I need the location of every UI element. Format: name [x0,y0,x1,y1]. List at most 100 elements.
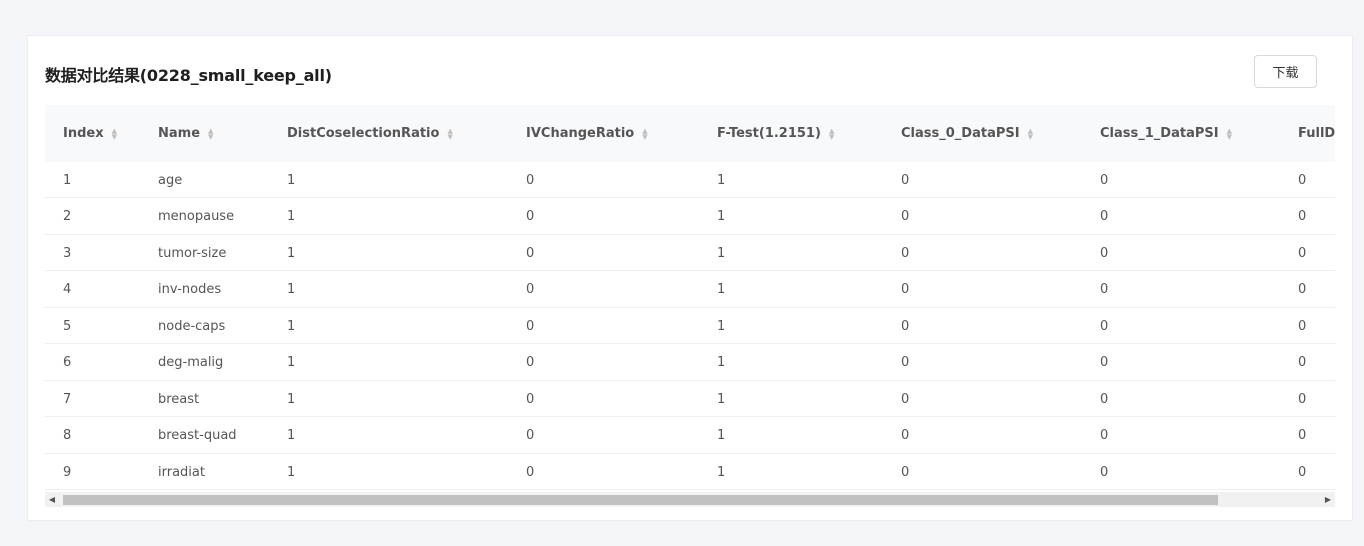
sort-icon[interactable]: ▲ ▼ [1028,127,1033,140]
cell-dist-coselection-ratio: 1 [287,428,296,443]
scroll-right-icon[interactable]: ▶ [1321,492,1335,507]
cell-f-test: 1 [717,428,726,443]
table-row: 5 node-caps 1 0 1 0 0 0 [45,308,1335,344]
cell-fulld: 0 [1298,355,1307,370]
cell-name: breast [158,391,200,407]
cell-class-1-datapsi: 0 [1100,318,1109,334]
cell-f-test: 1 [717,355,726,370]
cell-name: node-caps [158,318,226,334]
cell-dist-coselection-ratio: 1 [287,282,296,297]
cell-name: irradiat [158,464,205,480]
column-header-name[interactable]: Name ▲ ▼ [158,105,213,162]
horizontal-scrollbar[interactable]: ◀ ▶ [45,492,1335,507]
cell-iv-change-ratio: 0 [526,245,535,261]
cell-index: 8 [63,428,72,443]
cell-f-test: 1 [717,282,726,297]
cell-iv-change-ratio: 0 [526,282,535,297]
cell-iv-change-ratio: 0 [526,464,535,480]
cell-index: 1 [63,172,72,188]
sort-icon[interactable]: ▲ ▼ [642,127,647,140]
cell-name: deg-malig [158,355,224,370]
cell-class-0-datapsi: 0 [901,428,910,443]
cell-class-0-datapsi: 0 [901,391,910,407]
cell-iv-change-ratio: 0 [526,391,535,407]
data-table: Index ▲ ▼ Name ▲ ▼ DistCoselectionRatio ▲ ▼ IV… [45,105,1335,491]
table-row: 6 deg-malig 1 0 1 0 0 0 [45,345,1335,381]
page-title: 数据对比结果(0228_small_keep_all) [45,66,332,85]
cell-index: 9 [63,464,72,480]
cell-index: 5 [63,318,72,334]
cell-f-test: 1 [717,318,726,334]
cell-fulld: 0 [1298,428,1307,443]
column-header-f-test[interactable]: F-Test(1.2151) ▲ ▼ [717,105,834,162]
column-header-class-1-datapsi[interactable]: Class_1_DataPSI ▲ ▼ [1100,105,1232,162]
cell-f-test: 1 [717,172,726,188]
cell-class-1-datapsi: 0 [1100,209,1109,224]
sort-icon[interactable]: ▲ ▼ [1227,127,1232,140]
column-header-index[interactable]: Index ▲ ▼ [63,105,117,162]
cell-dist-coselection-ratio: 1 [287,209,296,224]
cell-class-1-datapsi: 0 [1100,172,1109,188]
cell-class-0-datapsi: 0 [901,245,910,261]
cell-dist-coselection-ratio: 1 [287,318,296,334]
cell-name: age [158,172,183,188]
cell-class-0-datapsi: 0 [901,282,910,297]
cell-class-1-datapsi: 0 [1100,464,1109,480]
cell-index: 7 [63,391,72,407]
cell-name: inv-nodes [158,282,222,297]
cell-fulld: 0 [1298,245,1307,261]
cell-f-test: 1 [717,391,726,407]
cell-name: tumor-size [158,245,227,261]
cell-index: 2 [63,209,72,224]
sort-icon[interactable]: ▲ ▼ [112,127,117,140]
column-header-dist-coselection-ratio[interactable]: DistCoselectionRatio ▲ ▼ [287,105,453,162]
cell-fulld: 0 [1298,172,1307,188]
cell-fulld: 0 [1298,318,1307,334]
table-row: 1 age 1 0 1 0 0 0 [45,162,1335,198]
cell-class-1-datapsi: 0 [1100,355,1109,370]
cell-dist-coselection-ratio: 1 [287,391,296,407]
cell-fulld: 0 [1298,282,1307,297]
scrollbar-thumb[interactable] [63,495,1218,505]
cell-class-0-datapsi: 0 [901,355,910,370]
scroll-left-icon[interactable]: ◀ [45,492,59,507]
cell-iv-change-ratio: 0 [526,428,535,443]
cell-name: menopause [158,209,235,224]
cell-dist-coselection-ratio: 1 [287,172,296,188]
cell-class-0-datapsi: 0 [901,209,910,224]
cell-iv-change-ratio: 0 [526,355,535,370]
cell-class-0-datapsi: 0 [901,318,910,334]
sort-icon[interactable]: ▲ ▼ [447,127,452,140]
table-row: 3 tumor-size 1 0 1 0 0 0 [45,235,1335,271]
cell-class-0-datapsi: 0 [901,464,910,480]
cell-f-test: 1 [717,464,726,480]
cell-fulld: 0 [1298,391,1307,407]
result-card: 数据对比结果(0228_small_keep_all) 下载 Index ▲ ▼ N… [27,35,1353,521]
sort-icon[interactable]: ▲ ▼ [208,127,213,140]
table-header: Index ▲ ▼ Name ▲ ▼ DistCoselectionRatio ▲ ▼ IV… [45,105,1335,162]
table-row: 7 breast 1 0 1 0 0 0 [45,381,1335,417]
column-header-fulld[interactable]: FullD [1298,105,1335,162]
cell-class-1-datapsi: 0 [1100,391,1109,407]
cell-dist-coselection-ratio: 1 [287,355,296,370]
sort-icon[interactable]: ▲ ▼ [829,127,834,140]
cell-index: 6 [63,355,72,370]
cell-class-1-datapsi: 0 [1100,282,1109,297]
cell-fulld: 0 [1298,464,1307,480]
table-row: 4 inv-nodes 1 0 1 0 0 0 [45,272,1335,308]
cell-iv-change-ratio: 0 [526,209,535,224]
cell-dist-coselection-ratio: 1 [287,464,296,480]
cell-iv-change-ratio: 0 [526,172,535,188]
cell-index: 4 [63,282,72,297]
cell-index: 3 [63,245,72,261]
column-header-iv-change-ratio[interactable]: IVChangeRatio ▲ ▼ [526,105,648,162]
cell-dist-coselection-ratio: 1 [287,245,296,261]
table-row: 8 breast-quad 1 0 1 0 0 0 [45,418,1335,454]
cell-fulld: 0 [1298,209,1307,224]
cell-class-1-datapsi: 0 [1100,428,1109,443]
download-button[interactable]: 下载 [1254,55,1317,88]
cell-f-test: 1 [717,209,726,224]
cell-class-1-datapsi: 0 [1100,245,1109,261]
cell-iv-change-ratio: 0 [526,318,535,334]
column-header-class-0-datapsi[interactable]: Class_0_DataPSI ▲ ▼ [901,105,1033,162]
